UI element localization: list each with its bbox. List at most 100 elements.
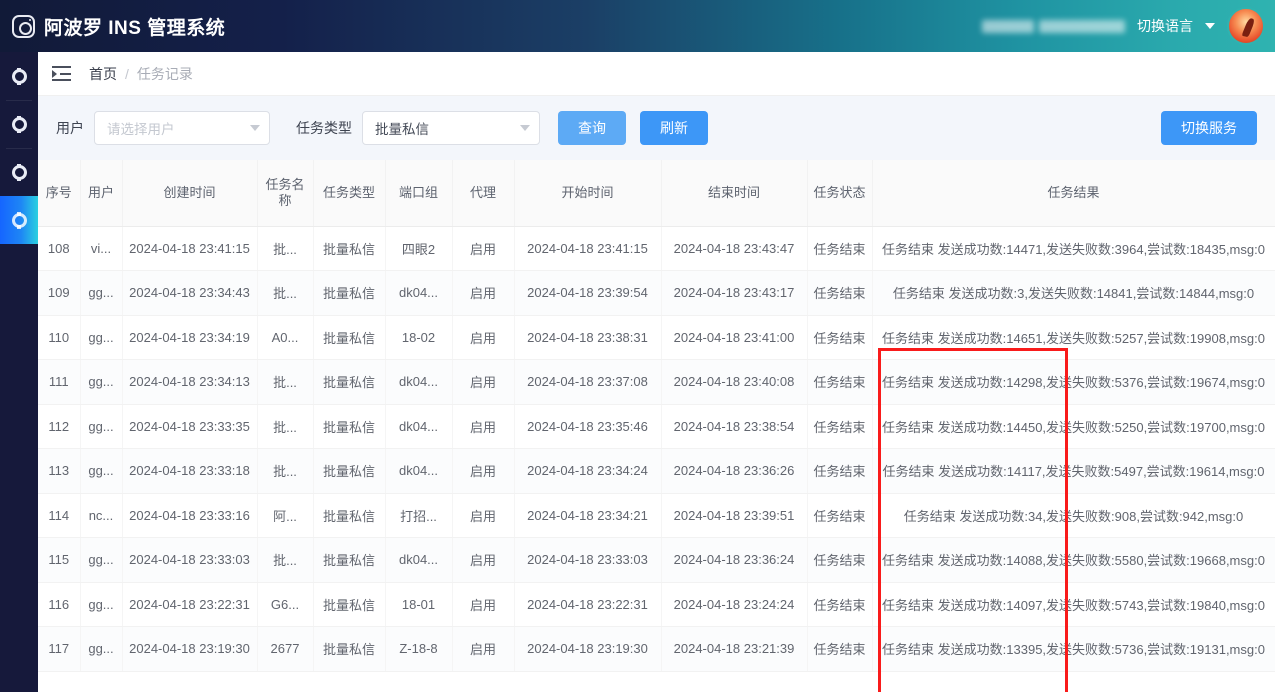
brand: 阿波罗 INS 管理系统: [0, 13, 225, 40]
cell-result: 任务结束 发送成功数:13395,发送失败数:5736,尝试数:19131,ms…: [872, 626, 1275, 672]
table-row[interactable]: 114 nc... 2024-04-18 23:33:16 阿... 批量私信 打招...…: [38, 493, 1275, 538]
column-header-port-group[interactable]: 端口组: [385, 160, 453, 227]
nav-circle-icon: [11, 163, 27, 181]
language-switch-label[interactable]: 切换语言: [1137, 16, 1193, 36]
switch-service-button[interactable]: 切换服务: [1161, 111, 1257, 145]
cell-user: nc...: [80, 493, 123, 538]
cell-task-name: 阿...: [257, 493, 314, 538]
cell-end-time: 2024-04-18 23:38:54: [661, 404, 808, 449]
cell-port-group: 18-02: [385, 315, 453, 360]
cell-status: 任务结束: [807, 626, 873, 672]
sidebar-item-1[interactable]: [0, 52, 38, 100]
app-header: 阿波罗 INS 管理系统 切换语言: [0, 0, 1275, 52]
column-header-created[interactable]: 创建时间: [122, 160, 258, 227]
cell-start-time: 2024-04-18 23:22:31: [514, 582, 662, 627]
nav-circle-icon: [11, 115, 27, 133]
cell-index: 112: [38, 404, 81, 449]
cell-result: 任务结束 发送成功数:14651,发送失败数:5257,尝试数:19908,ms…: [872, 315, 1275, 360]
cell-port-group: dk04...: [385, 404, 453, 449]
cell-task-name: 2677: [257, 626, 314, 672]
cell-task-type: 批量私信: [313, 493, 386, 538]
cell-user: gg...: [80, 359, 123, 405]
cell-port-group: dk04...: [385, 448, 453, 494]
column-header-end-time[interactable]: 结束时间: [661, 160, 808, 227]
table-row[interactable]: 108 vi... 2024-04-18 23:41:15 批... 批量私信 四眼2 启用…: [38, 226, 1275, 271]
column-header-index[interactable]: 序号: [38, 160, 81, 227]
cell-user: gg...: [80, 270, 123, 316]
cell-index: 114: [38, 493, 81, 538]
cell-proxy: 启用: [452, 315, 515, 360]
sidebar-item-2[interactable]: [0, 100, 38, 148]
cell-user: gg...: [80, 315, 123, 360]
sidebar-item-3[interactable]: [0, 148, 38, 196]
cell-status: 任务结束: [807, 315, 873, 360]
table-body: 108 vi... 2024-04-18 23:41:15 批... 批量私信 四眼2 启用…: [38, 226, 1275, 672]
table-row[interactable]: 116 gg... 2024-04-18 23:22:31 G6... 批量私信 18-0…: [38, 582, 1275, 627]
user-select-placeholder: 请选择用户: [107, 122, 175, 137]
cell-index: 117: [38, 626, 81, 672]
cell-index: 116: [38, 582, 81, 627]
cell-created: 2024-04-18 23:34:13: [122, 359, 258, 405]
cell-end-time: 2024-04-18 23:43:17: [661, 270, 808, 316]
cell-status: 任务结束: [807, 270, 873, 316]
cell-end-time: 2024-04-18 23:36:26: [661, 448, 808, 494]
redacted-chip: [982, 19, 1034, 33]
nav-circle-icon: [11, 67, 27, 85]
table-row[interactable]: 110 gg... 2024-04-18 23:34:19 A0... 批量私信 18-0…: [38, 315, 1275, 360]
cell-proxy: 启用: [452, 270, 515, 316]
cell-task-type: 批量私信: [313, 270, 386, 316]
cell-result: 任务结束 发送成功数:14097,发送失败数:5743,尝试数:19840,ms…: [872, 582, 1275, 627]
user-select[interactable]: 请选择用户: [94, 111, 270, 145]
column-header-user[interactable]: 用户: [80, 160, 123, 227]
nav-circle-icon: [11, 211, 27, 229]
cell-port-group: dk04...: [385, 359, 453, 405]
column-header-start-time[interactable]: 开始时间: [514, 160, 662, 227]
cell-result: 任务结束 发送成功数:14117,发送失败数:5497,尝试数:19614,ms…: [872, 448, 1275, 494]
cell-result: 任务结束 发送成功数:14298,发送失败数:5376,尝试数:19674,ms…: [872, 359, 1275, 405]
cell-task-name: G6...: [257, 582, 314, 627]
cell-proxy: 启用: [452, 582, 515, 627]
refresh-button[interactable]: 刷新: [640, 111, 708, 145]
cell-start-time: 2024-04-18 23:41:15: [514, 226, 662, 271]
breadcrumb: 首页 / 任务记录: [38, 52, 1275, 96]
cell-start-time: 2024-04-18 23:37:08: [514, 359, 662, 405]
column-header-proxy[interactable]: 代理: [452, 160, 515, 227]
table-row[interactable]: 112 gg... 2024-04-18 23:33:35 批... 批量私信 dk04.…: [38, 404, 1275, 449]
cell-task-name: A0...: [257, 315, 314, 360]
cell-task-type: 批量私信: [313, 404, 386, 449]
table-row[interactable]: 113 gg... 2024-04-18 23:33:18 批... 批量私信 dk04.…: [38, 448, 1275, 494]
sidebar-item-4-active[interactable]: [0, 196, 38, 244]
cell-start-time: 2024-04-18 23:19:30: [514, 626, 662, 672]
column-header-status[interactable]: 任务状态: [807, 160, 873, 227]
cell-index: 113: [38, 448, 81, 494]
table-row[interactable]: 111 gg... 2024-04-18 23:34:13 批... 批量私信 dk04.…: [38, 359, 1275, 405]
cell-end-time: 2024-04-18 23:36:24: [661, 537, 808, 583]
cell-task-name: 批...: [257, 226, 314, 271]
table-row[interactable]: 109 gg... 2024-04-18 23:34:43 批... 批量私信 dk04.…: [38, 270, 1275, 316]
table-row[interactable]: 117 gg... 2024-04-18 23:19:30 2677 批量私信 Z-18-…: [38, 626, 1275, 672]
cell-user: vi...: [80, 226, 123, 271]
column-header-task-name[interactable]: 任务名称: [257, 160, 314, 227]
cell-end-time: 2024-04-18 23:24:24: [661, 582, 808, 627]
cell-port-group: Z-18-8: [385, 626, 453, 672]
instagram-logo-icon: [12, 14, 35, 38]
task-table-container: 序号 用户 创建时间 任务名称 任务类型 端口组 代理 开始时间 结束时间 任务…: [38, 160, 1275, 692]
task-type-select[interactable]: 批量私信: [362, 111, 540, 145]
cell-task-name: 批...: [257, 404, 314, 449]
cell-status: 任务结束: [807, 582, 873, 627]
user-filter-group: 用户 请选择用户: [56, 111, 270, 145]
table-row[interactable]: 115 gg... 2024-04-18 23:33:03 批... 批量私信 dk04.…: [38, 537, 1275, 583]
cell-created: 2024-04-18 23:33:16: [122, 493, 258, 538]
cell-port-group: dk04...: [385, 537, 453, 583]
column-header-task-type[interactable]: 任务类型: [313, 160, 386, 227]
chevron-down-icon[interactable]: [1205, 23, 1215, 29]
breadcrumb-home[interactable]: 首页: [89, 64, 117, 84]
cell-result: 任务结束 发送成功数:14450,发送失败数:5250,尝试数:19700,ms…: [872, 404, 1275, 449]
avatar[interactable]: [1227, 7, 1265, 45]
query-button[interactable]: 查询: [558, 111, 626, 145]
cell-proxy: 启用: [452, 626, 515, 672]
cell-proxy: 启用: [452, 226, 515, 271]
cell-index: 109: [38, 270, 81, 316]
menu-fold-icon[interactable]: [52, 66, 71, 81]
column-header-result[interactable]: 任务结果: [872, 160, 1275, 227]
